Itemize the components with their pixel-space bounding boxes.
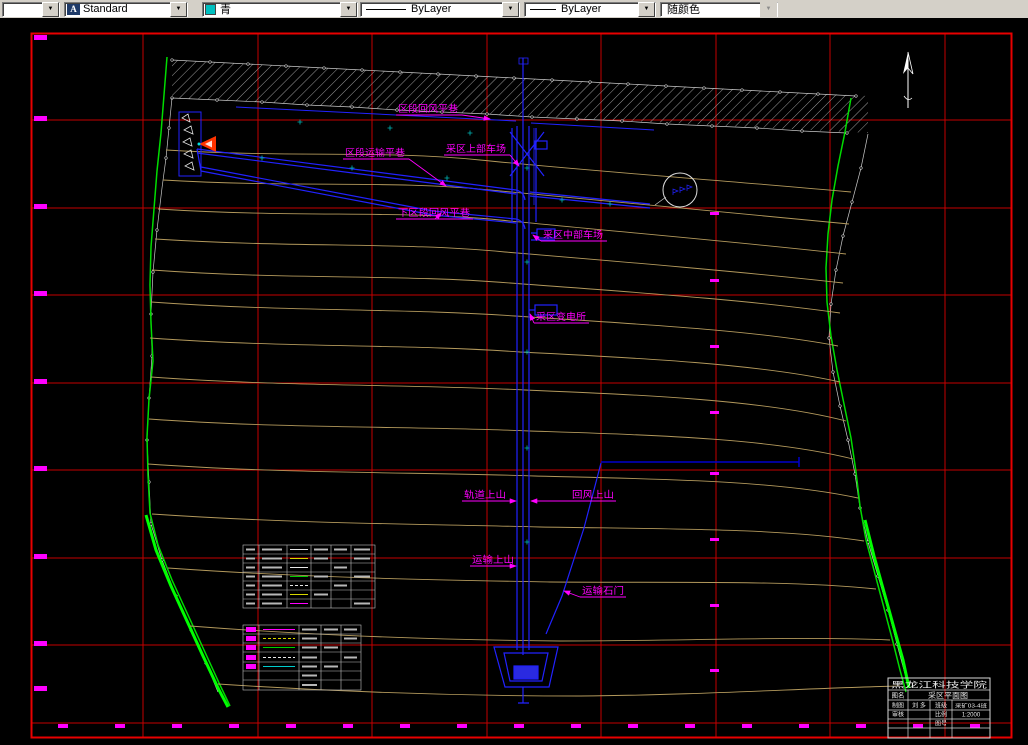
linetype-combo[interactable]: ByLayer ▼ bbox=[360, 1, 520, 17]
dropdown-arrow-icon: ▼ bbox=[760, 1, 777, 17]
label-return-rise: 回风上山 bbox=[572, 490, 614, 501]
color-combo[interactable]: 青 ▼ bbox=[202, 1, 358, 17]
label-haulage-rise: 运输上山 bbox=[472, 554, 514, 566]
color-swatch-icon bbox=[205, 3, 216, 15]
title-scale-value: 1:2000 bbox=[962, 713, 981, 719]
cad-window: ▼ A Standard ▼ 青 ▼ ByLayer ▼ ByLayer ▼ 随… bbox=[0, 0, 1028, 745]
drawing-canvas[interactable]: 区段回风平巷 区段运输平巷 采区上部车场 下区段回风平巷 采区中部车场 采区变电… bbox=[0, 18, 1028, 745]
plotstyle-value: 随颜色 bbox=[667, 4, 700, 16]
dropdown-arrow-icon[interactable]: ▼ bbox=[638, 1, 655, 17]
dropdown-arrow-icon[interactable]: ▼ bbox=[340, 1, 357, 17]
dropdown-arrow-icon[interactable]: ▼ bbox=[170, 1, 187, 17]
title-drawing-name: 采区平面图 bbox=[928, 690, 968, 700]
grid-lines bbox=[31, 33, 1012, 738]
symbols-table bbox=[242, 624, 362, 691]
title-school: 黑龙江科技学院 bbox=[891, 680, 987, 690]
object-properties-toolbar: ▼ A Standard ▼ 青 ▼ ByLayer ▼ ByLayer ▼ 随… bbox=[0, 0, 1028, 19]
linetype-value: ByLayer bbox=[411, 3, 452, 15]
callout-circle bbox=[662, 172, 698, 208]
label-section-haulage-gateway: 区段运输平巷 bbox=[345, 147, 406, 159]
linetype-sample-icon bbox=[366, 8, 406, 10]
rock-symbols bbox=[181, 113, 195, 171]
lineweight-combo[interactable]: ByLayer ▼ bbox=[524, 1, 656, 17]
label-lower-section-return-airway: 下区段回风平巷 bbox=[398, 207, 471, 219]
winch-house-structure bbox=[178, 111, 216, 177]
title-sheet-label: 图号 bbox=[935, 721, 947, 728]
label-upper-yard: 采区上部车场 bbox=[446, 143, 506, 155]
text-style-value: Standard bbox=[83, 3, 128, 15]
title-checker-label: 审核 bbox=[892, 711, 904, 719]
title-block: 黑龙江科技学院 图名 采区平面图 制图 刘 多 班级 采矿03-4班 审核 比例… bbox=[887, 677, 991, 739]
label-substation: 采区变电所 bbox=[536, 311, 587, 323]
plotstyle-combo[interactable]: 随颜色 ▼ bbox=[660, 1, 778, 17]
hatch-band bbox=[172, 60, 868, 133]
text-style-icon: A bbox=[67, 3, 80, 15]
dropdown-arrow-icon[interactable]: ▼ bbox=[502, 1, 519, 17]
title-class-name: 采矿03-4班 bbox=[955, 703, 987, 710]
label-track-rise: 轨道上山 bbox=[464, 489, 506, 501]
title-scale-label: 比例 bbox=[935, 711, 947, 719]
legend-table bbox=[242, 544, 376, 609]
title-drafter-name: 刘 多 bbox=[912, 702, 926, 710]
north-arrow-icon bbox=[903, 51, 914, 108]
contour-lines bbox=[147, 149, 901, 697]
text-style-combo[interactable]: A Standard ▼ bbox=[64, 1, 188, 17]
dropdown-arrow-icon[interactable]: ▼ bbox=[42, 1, 59, 17]
lineweight-sample-icon bbox=[530, 8, 556, 10]
lineweight-value: ByLayer bbox=[561, 3, 602, 15]
title-name-label: 图名 bbox=[892, 691, 905, 700]
title-drafter-label: 制图 bbox=[892, 702, 904, 710]
label-haulage-crosscut: 运输石门 bbox=[582, 585, 624, 597]
label-middle-yard: 采区中部车场 bbox=[543, 229, 603, 241]
title-class-label: 班级 bbox=[935, 702, 947, 710]
left-combo[interactable]: ▼ bbox=[2, 1, 60, 17]
color-value: 青 bbox=[220, 4, 231, 16]
label-section-return-airway-top: 区段回风平巷 bbox=[398, 103, 459, 115]
